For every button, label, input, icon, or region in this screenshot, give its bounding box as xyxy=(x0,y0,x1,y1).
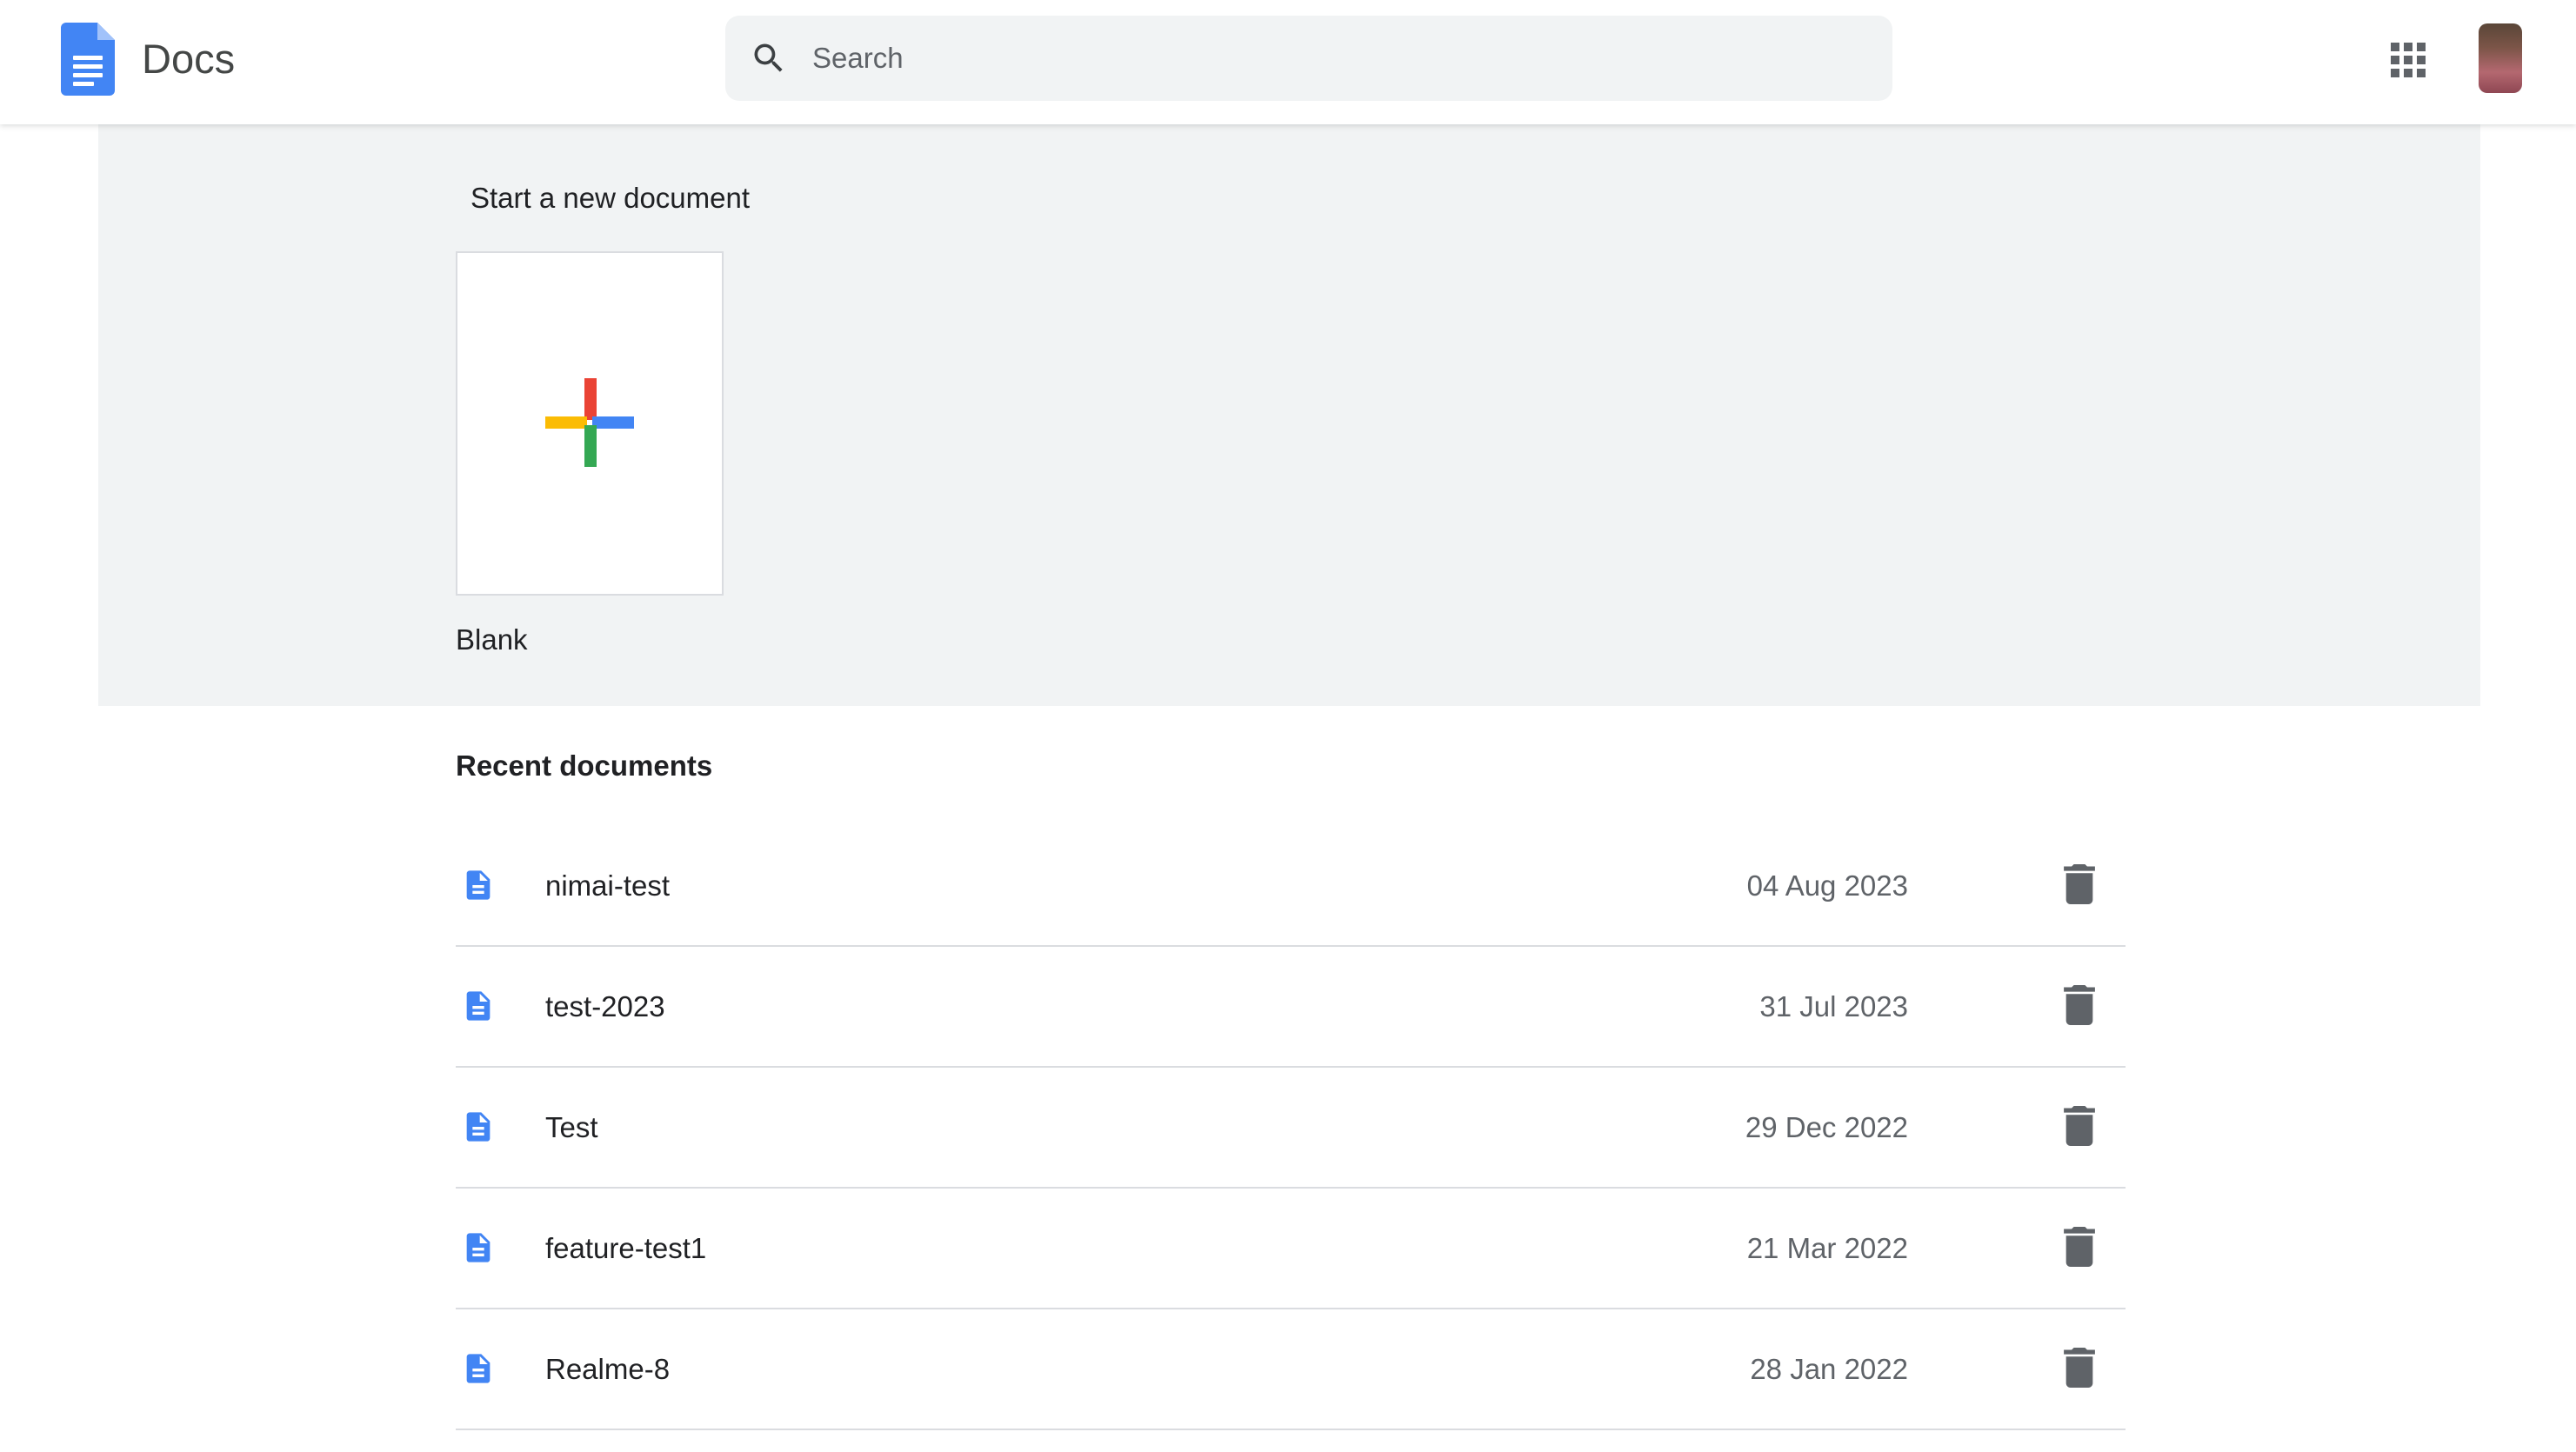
document-name[interactable]: Realme-8 xyxy=(545,1349,670,1389)
document-name[interactable]: Test xyxy=(545,1108,598,1148)
document-row[interactable]: feature-test1 21 Mar 2022 xyxy=(456,1189,2126,1309)
document-icon xyxy=(466,870,491,900)
top-app-bar: Docs xyxy=(0,0,2576,124)
trash-icon[interactable] xyxy=(2063,864,2096,904)
recent-documents-heading: Recent documents xyxy=(456,749,713,782)
trash-icon[interactable] xyxy=(2063,1227,2096,1267)
document-name[interactable]: feature-test1 xyxy=(545,1229,706,1269)
document-date: 04 Aug 2023 xyxy=(1746,869,1908,902)
search-input[interactable] xyxy=(811,16,1863,101)
search-bar[interactable] xyxy=(725,16,1892,101)
document-row[interactable]: Test 29 Dec 2022 xyxy=(456,1068,2126,1189)
multicolor-plus-icon xyxy=(545,378,634,467)
document-row[interactable]: test-2023 31 Jul 2023 xyxy=(456,947,2126,1068)
blank-template-label[interactable]: Blank xyxy=(456,620,528,660)
new-document-section: Start a new document Blank xyxy=(98,124,2480,706)
document-row[interactable]: Realme-8 28 Jan 2022 xyxy=(456,1309,2126,1430)
document-icon xyxy=(466,1233,491,1262)
document-date: 31 Jul 2023 xyxy=(1759,990,1908,1022)
trash-icon[interactable] xyxy=(2063,1106,2096,1146)
trash-icon[interactable] xyxy=(2063,1348,2096,1388)
docs-logo-icon[interactable] xyxy=(61,23,115,96)
document-icon xyxy=(466,1112,491,1142)
new-document-heading: Start a new document xyxy=(470,182,751,214)
app-title[interactable]: Docs xyxy=(142,31,235,87)
search-icon[interactable] xyxy=(750,39,788,77)
document-date: 29 Dec 2022 xyxy=(1745,1111,1908,1143)
user-avatar[interactable] xyxy=(2479,23,2522,93)
blank-template-card[interactable] xyxy=(456,251,724,596)
document-date: 21 Mar 2022 xyxy=(1746,1232,1908,1264)
apps-grid-icon[interactable] xyxy=(2391,43,2426,77)
document-icon xyxy=(466,1354,491,1383)
trash-icon[interactable] xyxy=(2063,985,2096,1025)
document-icon xyxy=(466,991,491,1021)
document-date: 28 Jan 2022 xyxy=(1750,1353,1908,1385)
document-row[interactable]: nimai-test 04 Aug 2023 xyxy=(456,826,2126,947)
recent-documents-list: nimai-test 04 Aug 2023 test-2023 31 Jul … xyxy=(456,826,2126,1430)
document-name[interactable]: nimai-test xyxy=(545,866,670,906)
document-name[interactable]: test-2023 xyxy=(545,987,665,1027)
